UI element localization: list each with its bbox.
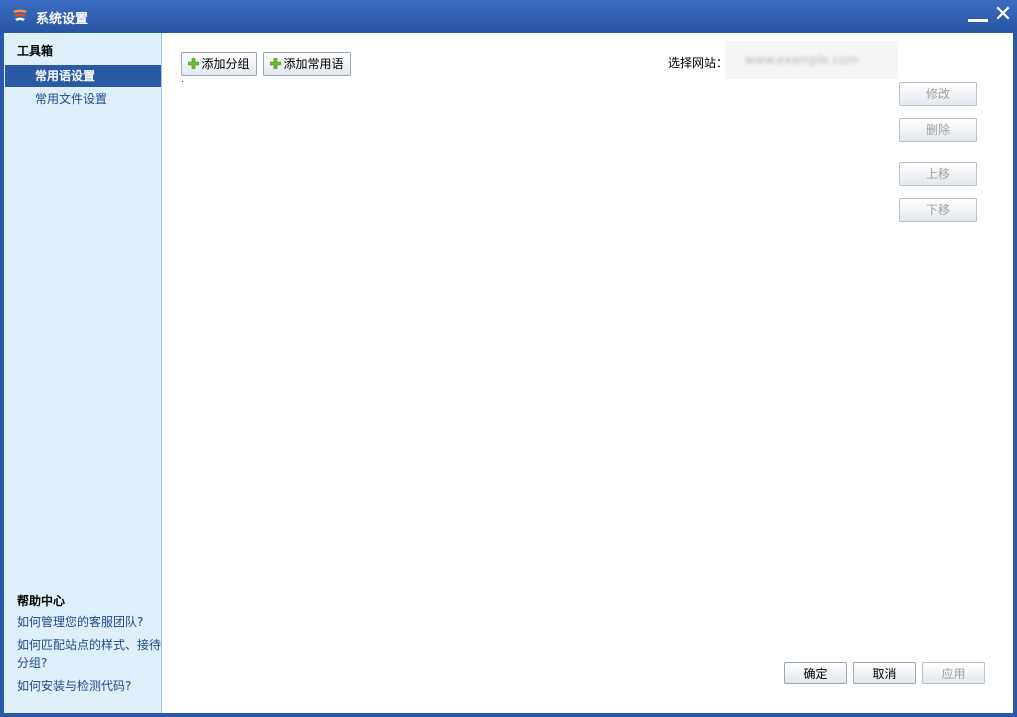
delete-button[interactable]: 删除 bbox=[899, 118, 977, 142]
add-group-button[interactable]: 添加分组 bbox=[181, 52, 257, 76]
window-title: 系统设置 bbox=[36, 12, 89, 27]
site-select-value: www.example.com bbox=[745, 53, 859, 67]
help-link-install-code[interactable]: 如何安装与检测代码? bbox=[17, 677, 165, 695]
main-panel: 添加分组 添加常用语 选择网站： www.example.com 修改 删除 上… bbox=[162, 33, 1013, 713]
help-link-match-style[interactable]: 如何匹配站点的样式、接待分组? bbox=[17, 636, 165, 672]
divider-dot bbox=[182, 81, 183, 82]
apply-button[interactable]: 应用 bbox=[922, 662, 985, 684]
cancel-button[interactable]: 取消 bbox=[853, 662, 916, 684]
settings-window: 系统设置 ✕ 工具箱 常用语设置 常用文件设置 帮助中心 如何管理您的客服团队?… bbox=[0, 0, 1017, 717]
minimize-button[interactable] bbox=[966, 8, 988, 24]
help-link-manage-team[interactable]: 如何管理您的客服团队? bbox=[17, 613, 165, 631]
plus-icon bbox=[270, 58, 282, 69]
sidebar-item-files[interactable]: 常用文件设置 bbox=[5, 88, 161, 110]
toolbox-heading: 工具箱 bbox=[17, 44, 54, 58]
close-button[interactable]: ✕ bbox=[992, 4, 1014, 26]
ok-button[interactable]: 确定 bbox=[784, 662, 847, 684]
move-down-button[interactable]: 下移 bbox=[899, 198, 977, 222]
site-select-label: 选择网站： bbox=[668, 56, 729, 70]
title-bar: 系统设置 ✕ bbox=[0, 0, 1017, 32]
move-up-button[interactable]: 上移 bbox=[899, 162, 977, 186]
app-logo-icon bbox=[13, 9, 27, 21]
add-phrase-button[interactable]: 添加常用语 bbox=[263, 52, 351, 76]
sidebar: 工具箱 常用语设置 常用文件设置 帮助中心 如何管理您的客服团队? 如何匹配站点… bbox=[4, 33, 162, 713]
plus-icon bbox=[188, 58, 200, 69]
add-group-label: 添加分组 bbox=[201, 57, 250, 71]
help-center-heading: 帮助中心 bbox=[17, 594, 66, 608]
edit-button[interactable]: 修改 bbox=[899, 82, 977, 106]
add-phrase-label: 添加常用语 bbox=[283, 57, 344, 71]
sidebar-item-phrases[interactable]: 常用语设置 bbox=[5, 65, 161, 87]
site-select[interactable]: www.example.com bbox=[725, 41, 898, 79]
